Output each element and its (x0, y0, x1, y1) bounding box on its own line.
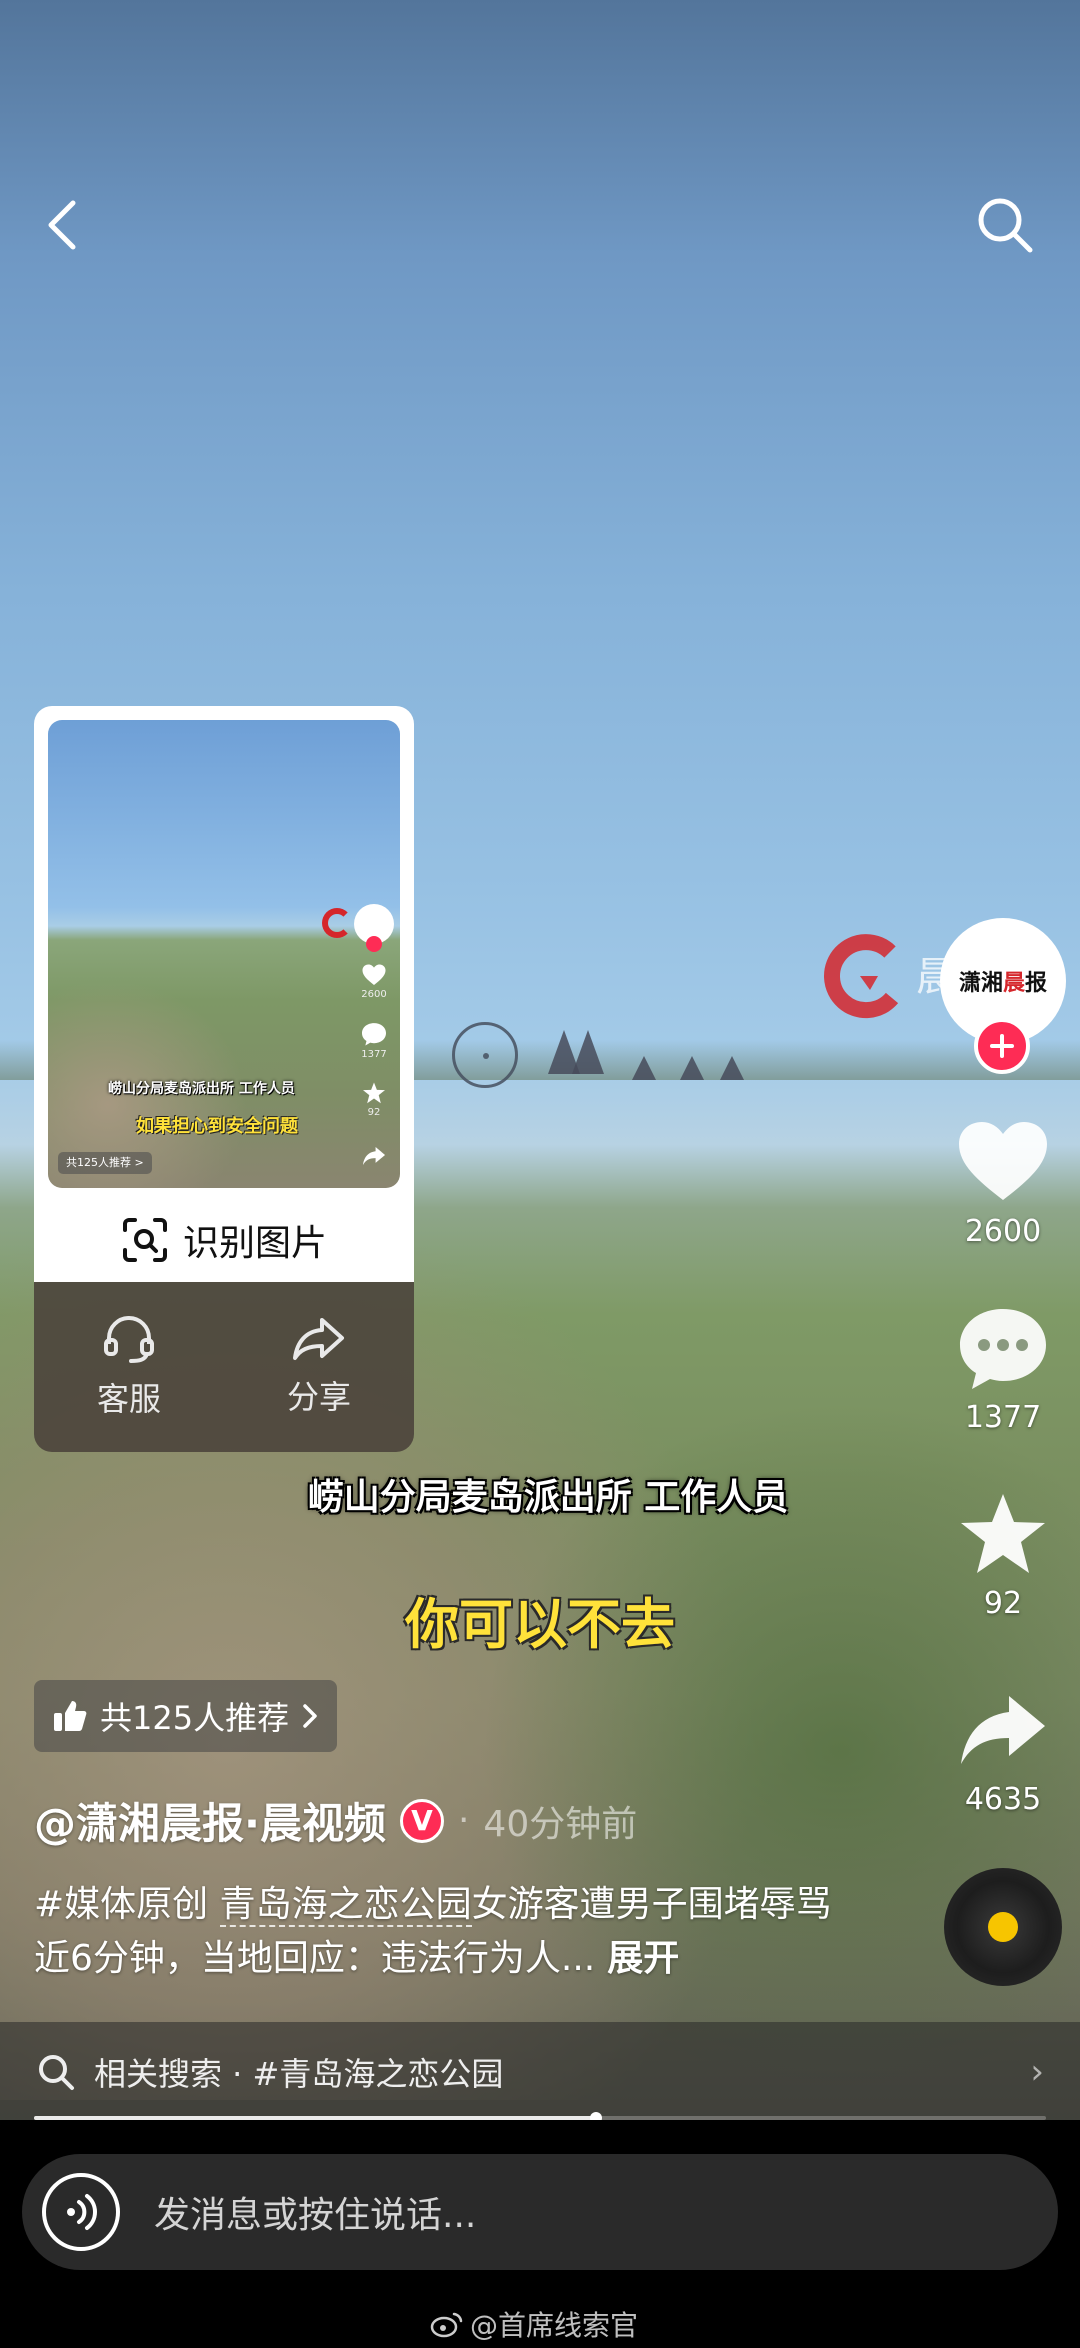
voice-wave-icon (67, 2194, 97, 2230)
author-row: @潇湘晨报·晨视频 V · 40分钟前 (34, 1790, 637, 1851)
thumb-like: 2600 (354, 964, 394, 1000)
thumb-subtitle-1: 崂山分局麦岛派出所 工作人员 (108, 1081, 295, 1097)
voice-button[interactable] (42, 2173, 120, 2251)
comment-count: 1377 (964, 1400, 1042, 1435)
like-button[interactable]: 2600 (940, 1112, 1066, 1249)
search-icon (978, 198, 1033, 253)
caption-hashtag[interactable]: #媒体原创 (34, 1884, 220, 1925)
chevron-right-icon (303, 1704, 317, 1728)
popup-share-label: 分享 (286, 1378, 351, 1416)
share-arrow-icon (961, 1696, 1045, 1764)
thumb-share (354, 1146, 394, 1169)
avatar-text-red: 晨 (1002, 971, 1025, 996)
long-press-popup: 2600 1377 92 崂山分局麦岛派出所 工作人员 如果担心到安全问题 共1… (34, 706, 414, 1452)
comment-button[interactable]: 1377 (940, 1298, 1066, 1435)
tent-shape (720, 1056, 744, 1080)
post-caption[interactable]: #媒体原创 青岛海之恋公园女游客遭男子围堵辱骂近6分钟，当地回应：违法行为人..… (34, 1878, 854, 1986)
avatar-text: 报 (1025, 971, 1048, 996)
avatar-text: 潇湘 (958, 971, 1003, 996)
music-disc[interactable] (944, 1868, 1062, 1986)
plus-icon (990, 1034, 1014, 1058)
favorite-button[interactable]: 92 (940, 1484, 1066, 1621)
recognize-image-button[interactable]: 识别图片 (34, 1198, 414, 1282)
chevron-right-icon: › (1030, 2052, 1044, 2092)
comment-icon (362, 1023, 386, 1046)
headset-icon (104, 1316, 154, 1363)
share-button[interactable]: 4635 (940, 1680, 1066, 1817)
author-name[interactable]: @潇湘晨报·晨视频 (34, 1790, 386, 1851)
thumb-like-count: 2600 (361, 989, 387, 1000)
thumb-subtitle-2: 如果担心到安全问题 (136, 1116, 298, 1137)
thumb-comment: 1377 (354, 1022, 394, 1060)
bottom-bar: 发消息或按住说话... @首席线索官 (0, 2120, 1080, 2348)
music-disc-center (988, 1912, 1018, 1942)
thumb-channel-logo (322, 908, 352, 938)
like-count: 2600 (964, 1214, 1042, 1249)
search-icon (39, 2055, 74, 2090)
customer-service-label: 客服 (96, 1380, 161, 1418)
subtitle-line-2: 你可以不去 (405, 1593, 675, 1656)
expand-button[interactable]: 展开 (607, 1938, 679, 1979)
follow-button[interactable] (974, 1018, 1030, 1074)
channel-logo-watermark (824, 934, 899, 1019)
thumb-recommend-pill: 共125人推荐 > (58, 1152, 152, 1174)
star-icon (363, 1082, 385, 1104)
heart-icon (362, 964, 386, 985)
message-placeholder: 发消息或按住说话... (154, 2195, 477, 2236)
tent-shape (632, 1056, 656, 1080)
scan-image-icon (122, 1218, 167, 1262)
weibo-logo-icon (430, 2312, 463, 2338)
post-time: 40分钟前 (483, 1803, 638, 1845)
thumbs-up-icon (54, 1701, 87, 1731)
back-button[interactable] (28, 190, 98, 260)
star-icon (961, 1494, 1045, 1573)
recommend-pill[interactable]: 共125人推荐 (34, 1680, 338, 1752)
share-count: 4635 (964, 1782, 1042, 1817)
dot-separator: · (457, 1800, 470, 1841)
thumb-favorite-count: 92 (367, 1107, 381, 1118)
thumb-favorite: 92 (354, 1082, 394, 1118)
customer-service-button[interactable]: 客服 (34, 1282, 224, 1452)
message-input[interactable]: 发消息或按住说话... (22, 2154, 1058, 2270)
favorite-count: 92 (983, 1586, 1023, 1621)
thumb-follow-dot (366, 936, 382, 952)
video-thumbnail[interactable]: 2600 1377 92 崂山分局麦岛派出所 工作人员 如果担心到安全问题 共1… (48, 720, 400, 1188)
chevron-left-icon (48, 200, 76, 250)
comment-icon (960, 1309, 1046, 1389)
related-search-label: 相关搜索 · #青岛海之恋公园 (94, 2055, 504, 2093)
recommend-label: 共125人推荐 (100, 1699, 290, 1737)
caption-location-link[interactable]: 青岛海之恋公园 (219, 1884, 472, 1927)
popup-share-button[interactable]: 分享 (224, 1282, 414, 1452)
recognize-image-label: 识别图片 (182, 1223, 327, 1264)
footer-watermark: @首席线索官 (430, 2304, 638, 2344)
share-arrow-icon (362, 1147, 386, 1165)
heart-icon (959, 1122, 1047, 1200)
tent-shape (680, 1056, 704, 1080)
related-search-bar[interactable]: 相关搜索 · #青岛海之恋公园 › (0, 2022, 1080, 2122)
share-arrow-icon (293, 1318, 344, 1360)
tent-shape (572, 1030, 604, 1074)
search-button[interactable] (970, 190, 1040, 260)
verified-badge: V (399, 1798, 444, 1843)
thumb-comment-count: 1377 (361, 1049, 387, 1060)
ferris-wheel (452, 1022, 518, 1088)
footer-watermark-text: @首席线索官 (470, 2309, 639, 2342)
subtitle-line-1: 崂山分局麦岛派出所 工作人员 (307, 1477, 789, 1518)
